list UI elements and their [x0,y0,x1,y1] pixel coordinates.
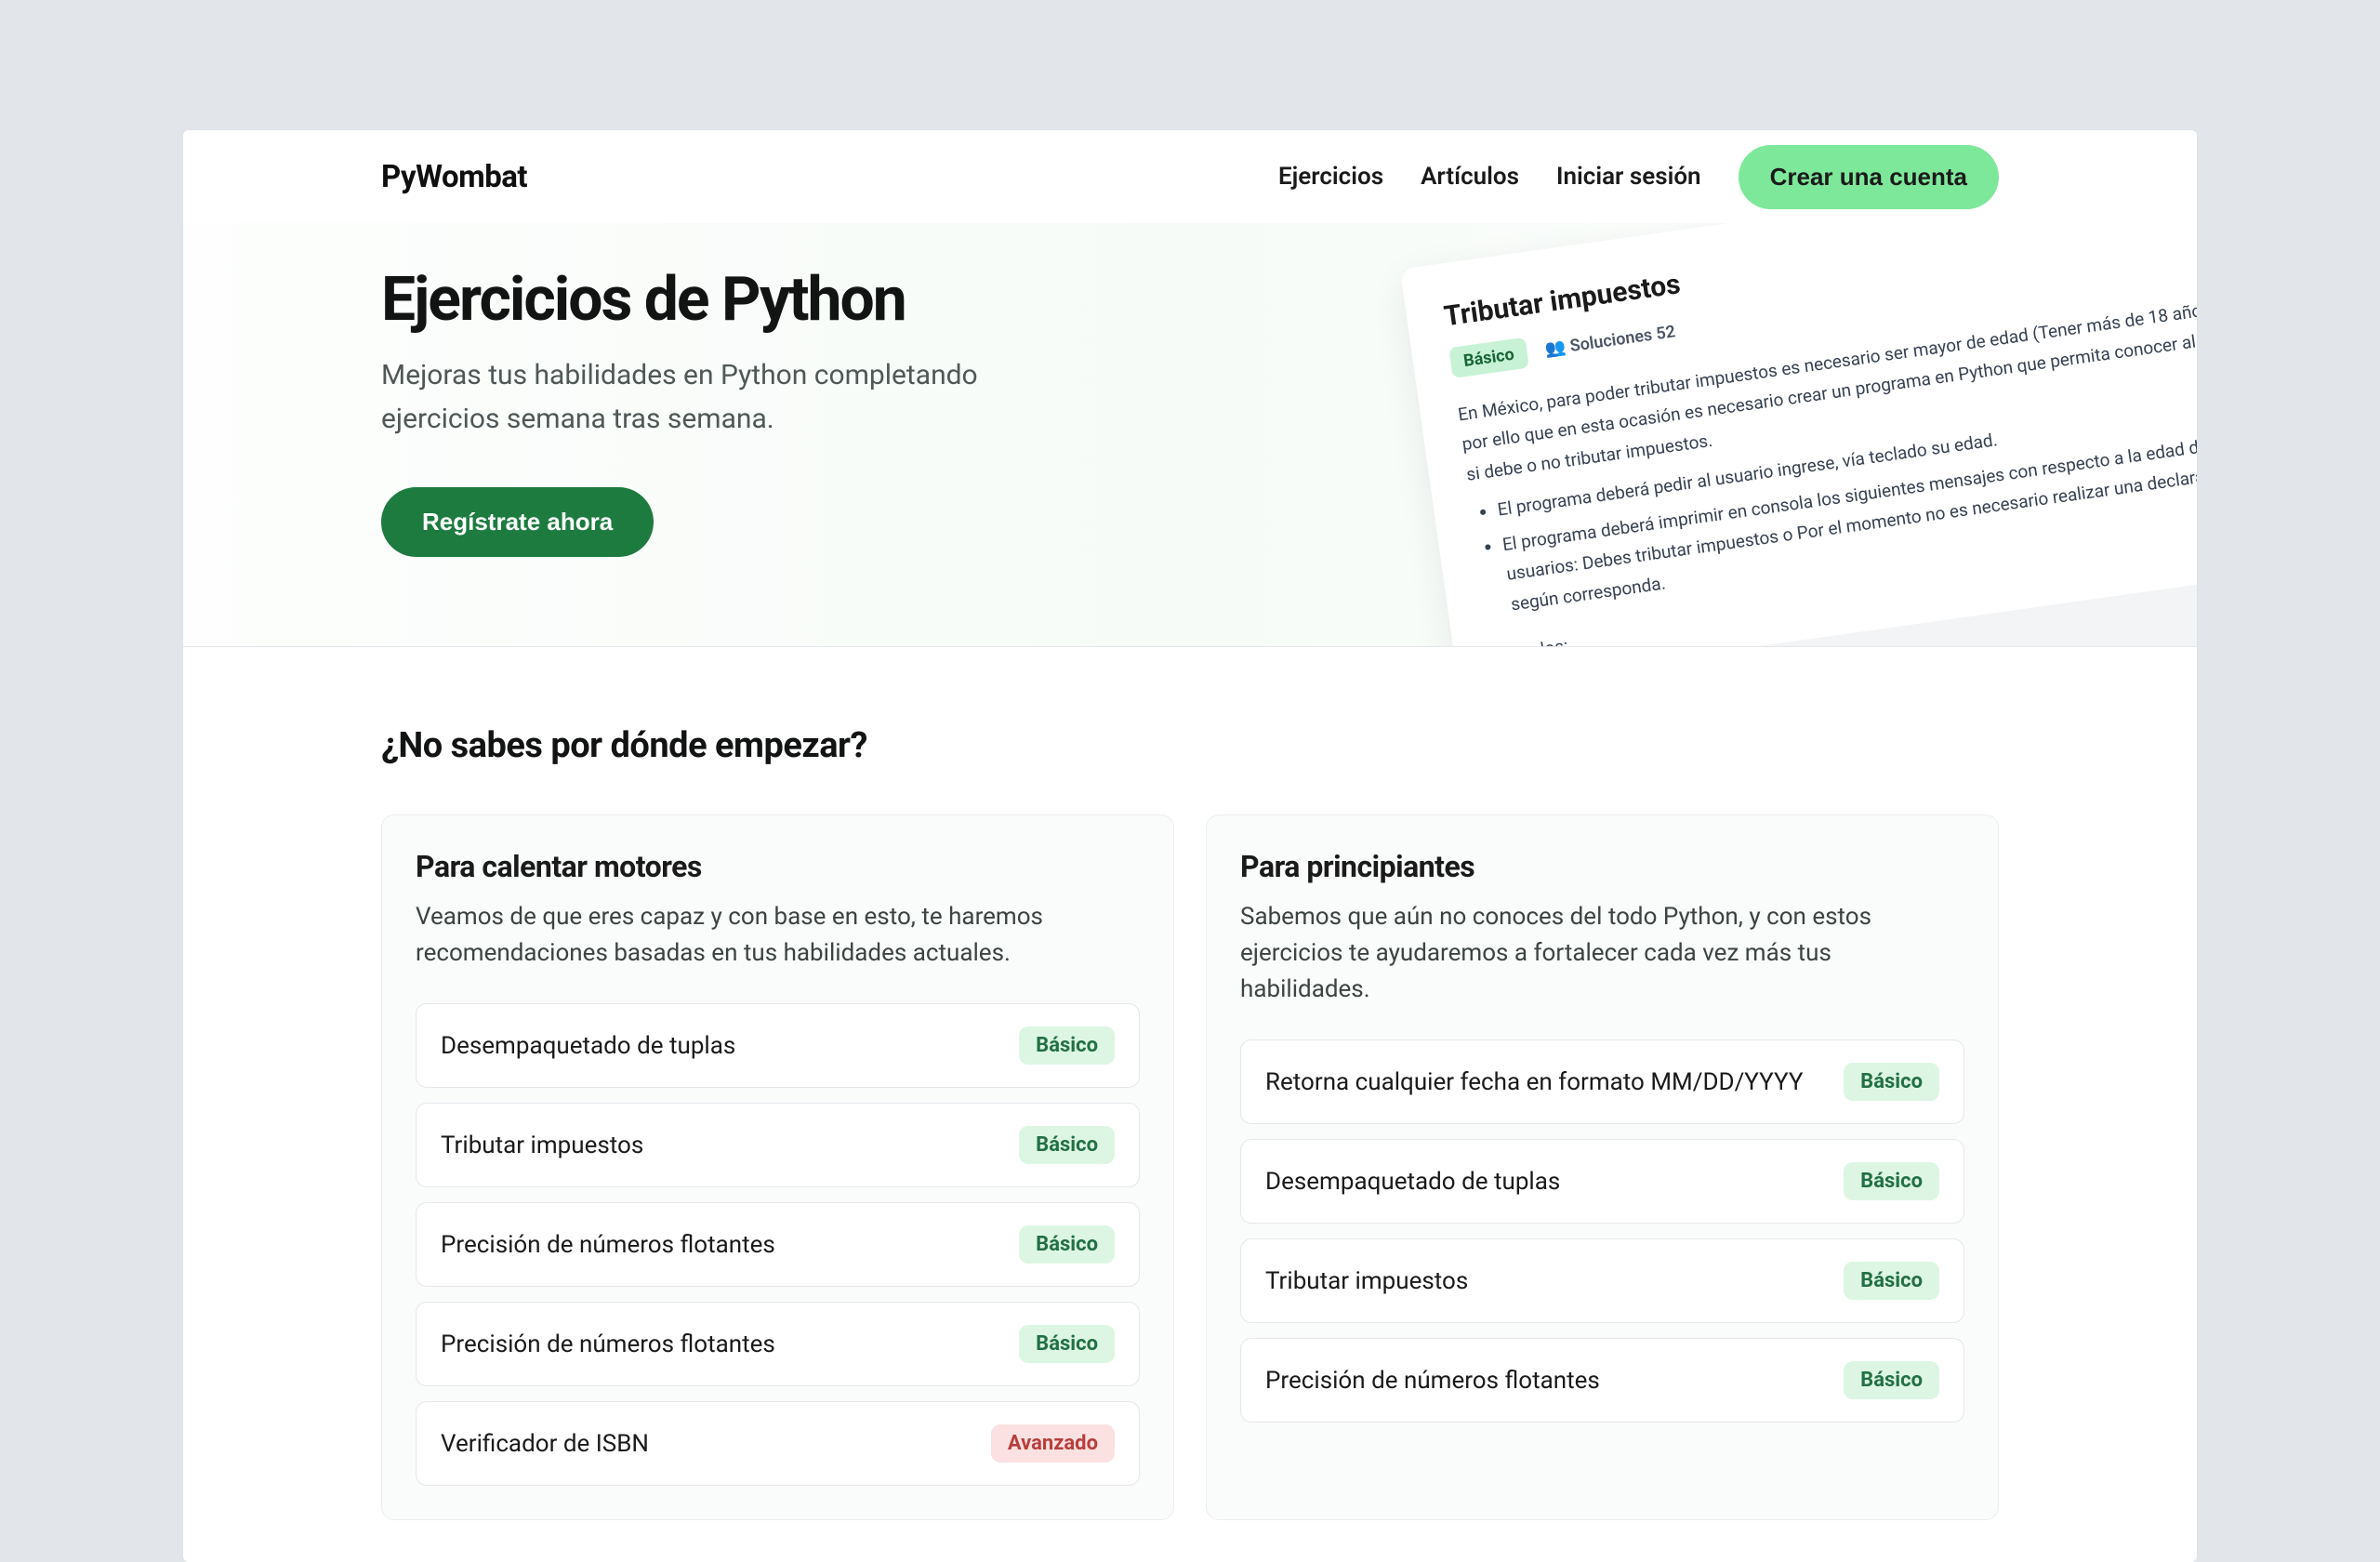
info-card: Para calentar motores Veamos de que eres … [381,814,1174,1520]
exercise-name: Tributar impuestos [441,1132,643,1159]
exercise-item[interactable]: Retorna cualquier fecha en formato MM/DD… [1240,1039,1964,1124]
level-badge: Básico [1844,1162,1939,1200]
exercise-list: Desempaquetado de tuplasBásicoTributar i… [416,1003,1140,1486]
hero-title: Ejercicios de Python [381,264,1999,336]
hero-section: Ejercicios de Python Mejoras tus habilid… [183,223,2197,647]
level-badge: Avanzado [991,1424,1115,1463]
exercise-item[interactable]: Desempaquetado de tuplas Básico [416,1003,1140,1088]
level-badge: Básico [1844,1262,1939,1300]
exercise-name: Desempaquetado de tuplas [1265,1168,1560,1196]
level-badge: Básico [1844,1361,1939,1399]
exercise-name: Retorna cualquier fecha en formato MM/DD… [1265,1068,1803,1096]
navbar: PyWombat Ejercicios Artículos Iniciar se… [183,130,2197,223]
info-card-title: Para principiantes [1240,849,1964,884]
nav-articles[interactable]: Artículos [1421,163,1519,191]
section-title: ¿No sabes por dónde empezar? [381,725,1999,766]
info-card: Para principiantes Sabemos que aún no con… [1206,814,1999,1520]
exercise-item[interactable]: Precisión de números flotantes Básico [416,1202,1140,1287]
hero-subtitle: Mejoras tus habilidades en Python comple… [381,354,1032,441]
level-badge: Básico [1019,1026,1115,1065]
exercise-name: Tributar impuestos [1265,1267,1468,1295]
exercise-item[interactable]: Verificador de ISBN Avanzado [416,1401,1140,1486]
page-container: PyWombat Ejercicios Artículos Iniciar se… [183,130,2197,1562]
exercise-item[interactable]: Precisión de números flotantes Básico [1240,1338,1964,1423]
cards-row: Para calentar motores Veamos de que eres … [381,814,1999,1520]
exercise-item[interactable]: Tributar impuestos Básico [1240,1238,1964,1323]
level-badge: Básico [1844,1063,1939,1101]
exercise-name: Desempaquetado de tuplas [441,1032,735,1060]
exercise-item[interactable]: Precisión de números flotantes Básico [416,1302,1140,1386]
level-badge: Básico [1019,1325,1115,1363]
info-card-title: Para calentar motores [416,849,1140,884]
register-button[interactable]: Regístrate ahora [381,487,654,557]
signup-button[interactable]: Crear una cuenta [1739,145,1999,209]
nav-right: Ejercicios Artículos Iniciar sesión Crea… [1278,145,1999,209]
info-card-desc: Veamos de que eres capaz y con base en e… [416,899,1140,972]
nav-login[interactable]: Iniciar sesión [1556,163,1701,191]
exercise-name: Precisión de números flotantes [441,1231,775,1259]
level-badge: Básico [1019,1225,1115,1264]
exercise-name: Precisión de números flotantes [1265,1367,1600,1395]
exercise-name: Verificador de ISBN [441,1430,649,1458]
nav-exercises[interactable]: Ejercicios [1278,163,1383,191]
hero-content: Ejercicios de Python Mejoras tus habilid… [381,264,1999,557]
level-badge: Básico [1019,1126,1115,1164]
content-section: ¿No sabes por dónde empezar? Para calent… [183,647,2197,1562]
info-card-desc: Sabemos que aún no conoces del todo Pyth… [1240,899,1964,1008]
logo[interactable]: PyWombat [381,159,527,195]
exercise-item[interactable]: Tributar impuestos Básico [416,1103,1140,1187]
exercise-item[interactable]: Desempaquetado de tuplas Básico [1240,1139,1964,1224]
exercise-name: Precisión de números flotantes [441,1330,775,1358]
exercise-list: Retorna cualquier fecha en formato MM/DD… [1240,1039,1964,1423]
